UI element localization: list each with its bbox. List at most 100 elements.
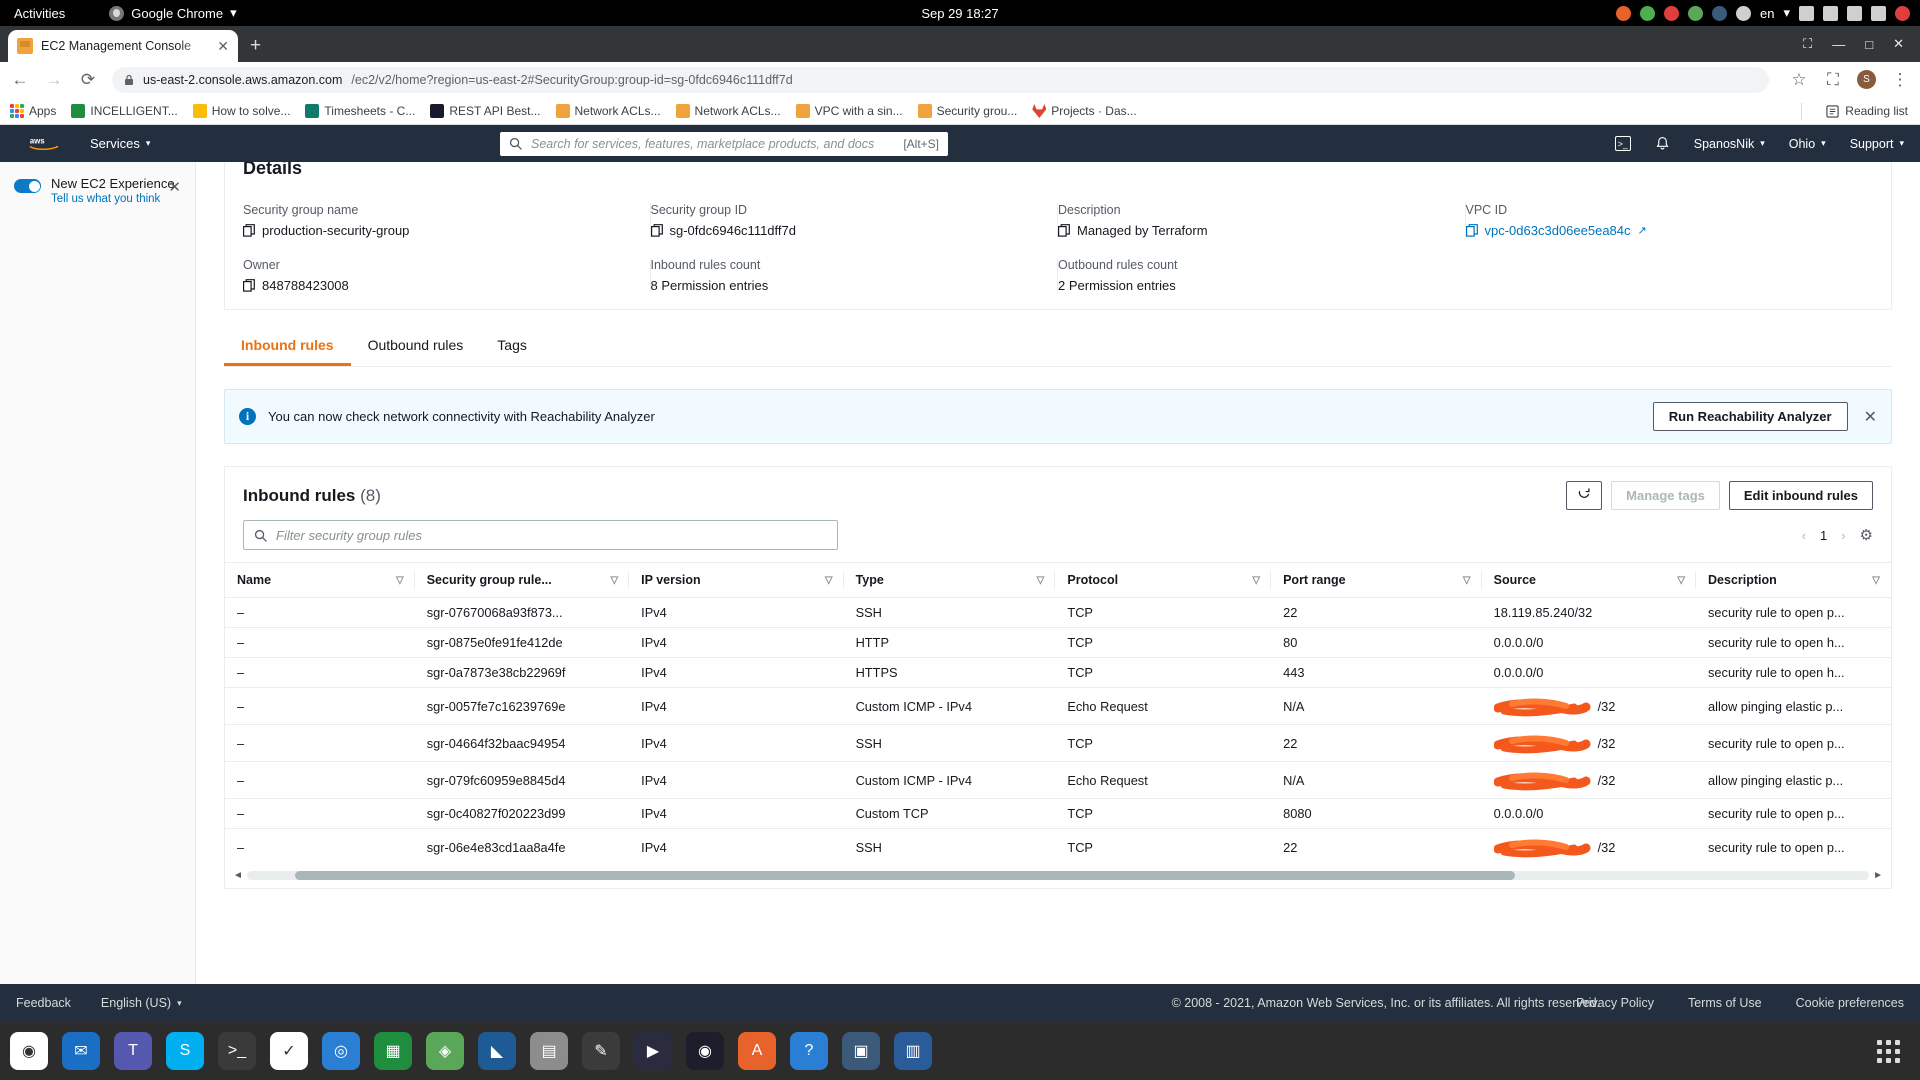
sidebar-close-icon[interactable]: ✕ — [168, 178, 181, 196]
taskbar-item-todoist[interactable]: ✓ — [270, 1032, 308, 1070]
vpc-link[interactable]: vpc-0d63c3d06ee5ea84c — [1485, 223, 1631, 238]
tray-icon-record[interactable] — [1664, 5, 1679, 21]
page-number[interactable]: 1 — [1820, 528, 1827, 543]
bookmark-star-icon[interactable]: ☆ — [1789, 70, 1809, 90]
close-window-button[interactable]: ✕ — [1893, 36, 1904, 52]
extensions-puzzle-icon[interactable]: ⛶ — [1823, 70, 1843, 90]
maximize-button[interactable]: □ — [1865, 37, 1873, 52]
bookmark-item[interactable]: Network ACLs... — [675, 104, 781, 118]
bookmark-item[interactable]: INCELLIGENT... — [71, 104, 178, 118]
browser-tab[interactable]: EC2 Management Console ✕ — [8, 30, 238, 62]
bookmark-item[interactable]: REST API Best... — [430, 104, 541, 118]
bell-icon[interactable] — [1655, 136, 1670, 152]
edit-inbound-rules-button[interactable]: Edit inbound rules — [1728, 481, 1873, 510]
cookie-preferences-link[interactable]: Cookie preferences — [1796, 996, 1904, 1010]
services-menu[interactable]: Services ▾ — [90, 136, 150, 151]
copy-icon[interactable] — [650, 224, 663, 237]
sort-icon[interactable]: ▽ — [825, 575, 833, 586]
new-tab-button[interactable]: + — [250, 35, 261, 57]
microphone-icon[interactable] — [1847, 5, 1862, 21]
tab-inbound-rules[interactable]: Inbound rules — [224, 328, 351, 366]
bookmark-item[interactable]: Projects · Das... — [1032, 104, 1137, 118]
sort-icon[interactable]: ▽ — [1252, 575, 1260, 586]
volume-icon[interactable] — [1823, 5, 1838, 21]
language-selector[interactable]: English (US) ▾ — [101, 996, 182, 1010]
taskbar-item-thunderbird[interactable]: ✉ — [62, 1032, 100, 1070]
taskbar-item-skype[interactable]: S — [166, 1032, 204, 1070]
forward-button[interactable]: → — [44, 70, 64, 90]
table-row[interactable]: – sgr-0057fe7c16239769e IPv4 Custom ICMP - … — [225, 687, 1891, 725]
taskbar-item-calc[interactable]: ▦ — [374, 1032, 412, 1070]
taskbar-item-editor[interactable]: ✎ — [582, 1032, 620, 1070]
manage-tags-button[interactable]: Manage tags — [1611, 481, 1720, 510]
scroll-left-icon[interactable]: ◄ — [233, 870, 243, 881]
taskbar-item-help[interactable]: ? — [790, 1032, 828, 1070]
taskbar-item-ubuntu-software[interactable]: A — [738, 1032, 776, 1070]
power-icon[interactable] — [1895, 5, 1910, 21]
taskbar-item-files[interactable]: ▤ — [530, 1032, 568, 1070]
taskbar-item-mint[interactable]: ◈ — [426, 1032, 464, 1070]
tray-icon-shield[interactable] — [1712, 5, 1727, 21]
table-row[interactable]: – sgr-0c40827f020223d99 IPv4 Custom TCP TCP 8… — [225, 798, 1891, 829]
browser-menu-icon[interactable]: ⋮ — [1890, 70, 1910, 90]
keyboard-layout[interactable]: en — [1760, 6, 1774, 21]
support-menu[interactable]: Support ▾ — [1850, 137, 1904, 151]
taskbar-item-terminal[interactable]: >_ — [218, 1032, 256, 1070]
sort-icon[interactable]: ▽ — [1677, 575, 1685, 586]
taskbar-item-postman[interactable]: ▶ — [634, 1032, 672, 1070]
taskbar-item-firefox[interactable]: ◎ — [322, 1032, 360, 1070]
filter-input[interactable]: Filter security group rules — [243, 520, 838, 550]
next-page-button[interactable]: › — [1841, 528, 1845, 543]
run-reachability-analyzer-button[interactable]: Run Reachability Analyzer — [1652, 402, 1848, 431]
sort-icon[interactable]: ▽ — [396, 575, 404, 586]
sort-icon[interactable]: ▽ — [1037, 575, 1045, 586]
table-row[interactable]: – sgr-06e4e83cd1aa8a4fe IPv4 SSH TCP 22/32 sec… — [225, 829, 1891, 866]
copy-icon[interactable] — [1058, 224, 1070, 237]
column-header-ip-version[interactable]: IP version ▽ — [629, 562, 844, 598]
extensions-icon[interactable]: ⛶ — [1803, 36, 1812, 52]
activities-button[interactable]: Activities — [14, 6, 65, 21]
table-row[interactable]: – sgr-0a7873e38cb22969f IPv4 HTTPS TCP 443 0.0… — [225, 657, 1891, 688]
column-header-rule-id[interactable]: Security group rule... ▽ — [414, 562, 630, 598]
column-header-type[interactable]: Type ▽ — [843, 562, 1056, 598]
bookmark-item[interactable]: VPC with a sin... — [795, 104, 903, 118]
taskbar-item-vscode[interactable]: ◣ — [478, 1032, 516, 1070]
table-row[interactable]: – sgr-07670068a93f873... IPv4 SSH TCP 22 18.11… — [225, 597, 1891, 628]
scrollbar-thumb[interactable] — [294, 871, 1515, 880]
aws-search-bar[interactable]: Search for services, features, marketpla… — [500, 131, 948, 156]
show-applications-icon[interactable] — [1877, 1039, 1900, 1063]
sort-icon[interactable]: ▽ — [1872, 575, 1880, 586]
bookmark-apps[interactable]: Apps — [10, 104, 56, 118]
gear-icon[interactable]: ⚙ — [1860, 526, 1873, 544]
taskbar-item-virtualbox[interactable]: ▣ — [842, 1032, 880, 1070]
sort-icon[interactable]: ▽ — [1463, 575, 1471, 586]
copy-icon[interactable] — [1465, 224, 1478, 237]
address-bar[interactable]: us-east-2.console.aws.amazon.com/ec2/v2/… — [112, 66, 1769, 93]
bookmark-item[interactable]: Network ACLs... — [555, 104, 661, 118]
minimize-button[interactable]: — — [1832, 37, 1845, 52]
copy-icon[interactable] — [243, 279, 255, 292]
back-button[interactable]: ← — [10, 70, 30, 90]
active-app-menu[interactable]: Google Chrome ▾ — [109, 5, 237, 21]
terms-of-use-link[interactable]: Terms of Use — [1688, 996, 1762, 1010]
cloudshell-icon[interactable]: >_ — [1614, 136, 1631, 151]
table-row[interactable]: – sgr-079fc60959e8845d4 IPv4 Custom ICMP - … — [225, 761, 1891, 799]
scrollbar-track[interactable] — [246, 871, 1870, 880]
sort-icon[interactable]: ▽ — [610, 575, 618, 586]
external-link-icon[interactable]: ↗ — [1638, 224, 1647, 237]
table-row[interactable]: – sgr-0875e0fe91fe412de IPv4 HTTP TCP 80 0.0.0… — [225, 627, 1891, 658]
column-header-source[interactable]: Source ▽ — [1481, 562, 1697, 598]
tray-icon-misc[interactable] — [1736, 5, 1751, 21]
taskbar-item-obs[interactable]: ◉ — [686, 1032, 724, 1070]
dismiss-alert-icon[interactable]: ✕ — [1860, 407, 1877, 427]
new-experience-toggle[interactable] — [14, 179, 41, 193]
taskbar-item-teams[interactable]: T — [114, 1032, 152, 1070]
close-tab-icon[interactable]: ✕ — [217, 38, 229, 55]
tray-icon-sync[interactable] — [1640, 5, 1655, 21]
scroll-right-icon[interactable]: ► — [1873, 870, 1883, 881]
refresh-button[interactable] — [1566, 481, 1603, 510]
battery-icon[interactable] — [1871, 5, 1886, 21]
horizontal-scrollbar[interactable]: ◄ ► — [225, 865, 1891, 888]
copy-icon[interactable] — [243, 224, 255, 237]
prev-page-button[interactable]: ‹ — [1802, 528, 1806, 543]
